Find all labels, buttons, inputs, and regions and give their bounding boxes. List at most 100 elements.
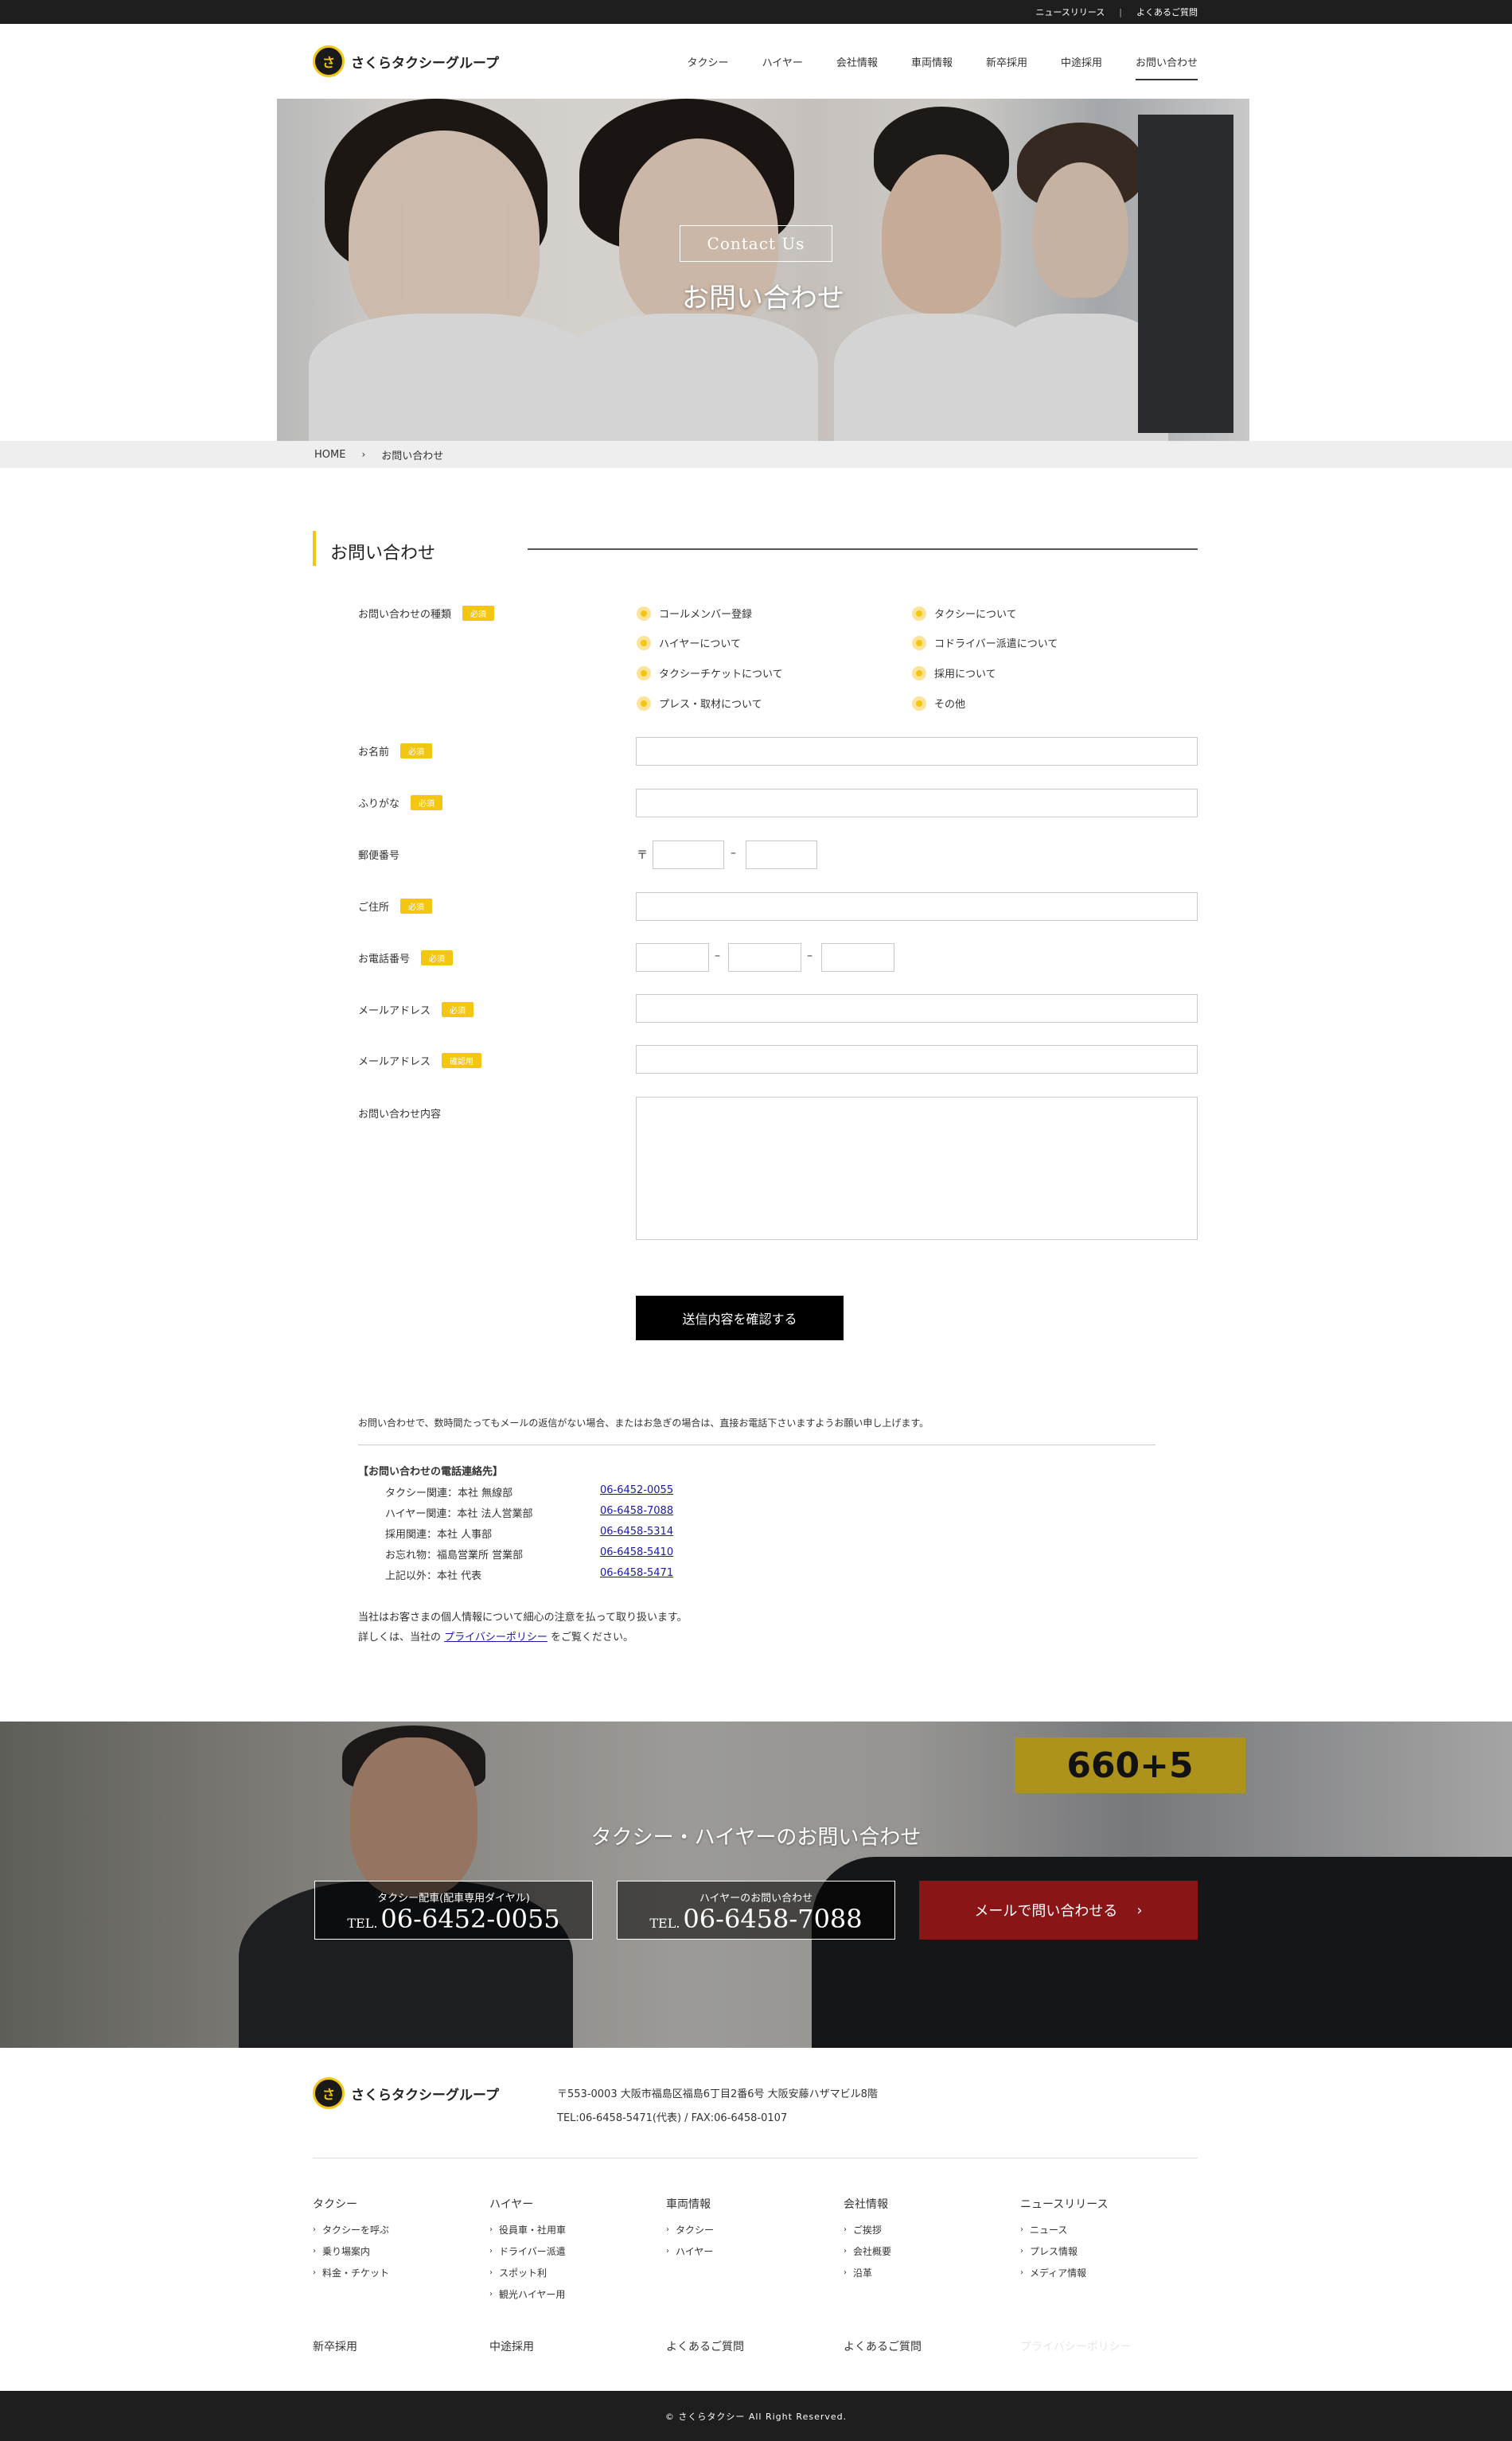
footer-link[interactable]: › ドライバー派遣 — [489, 2244, 566, 2258]
nav-contact[interactable]: お問い合わせ — [1135, 48, 1198, 80]
email-input[interactable] — [636, 994, 1198, 1023]
message-label: お問い合わせ内容 — [358, 1105, 441, 1121]
contact-tel-link[interactable]: 06-6458-5314 — [600, 1526, 673, 1538]
topbar-news-link[interactable]: ニュースリリース — [1035, 6, 1105, 18]
zip-label: 郵便番号 — [358, 847, 399, 862]
contact-tel-link[interactable]: 06-6458-7088 — [600, 1505, 673, 1517]
footer-link[interactable]: › プレス情報 — [1020, 2244, 1109, 2258]
privacy-policy-link[interactable]: プライバシーポリシー — [444, 1632, 548, 1644]
contact-tel-link[interactable]: 06-6458-5471 — [600, 1567, 673, 1579]
nav-taxi[interactable]: タクシー — [688, 48, 729, 76]
mail-contact-button[interactable]: メールで問い合わせる › — [919, 1881, 1198, 1940]
footer-new-grad-link[interactable]: 新卒採用 — [313, 2338, 357, 2354]
phone-input-3[interactable] — [821, 943, 894, 972]
nav-company[interactable]: 会社情報 — [836, 48, 878, 76]
hire-tel-digits: 06-6458-7088 — [683, 1904, 863, 1934]
footer-faq-link[interactable]: よくあるご質問 — [666, 2338, 744, 2354]
logo-mark-icon: さ — [313, 45, 345, 77]
zip-input-2[interactable] — [746, 840, 817, 869]
required-badge: 必須 — [462, 606, 495, 621]
phone-input-1[interactable] — [636, 943, 709, 972]
radio-recruit[interactable]: 採用について — [912, 665, 996, 680]
name-input[interactable] — [636, 737, 1198, 766]
footer-column-vehicles: 車両情報 › タクシー › ハイヤー — [666, 2196, 714, 2266]
site-logo[interactable]: さ さくらタクシーグループ — [313, 45, 499, 77]
footer-link[interactable]: › 役員車・社用車 — [489, 2223, 566, 2236]
contact-dept: タクシー関連：本社 無線部 — [385, 1488, 513, 1499]
radio-call-member[interactable]: コールメンバー登録 — [637, 606, 752, 621]
radio-taxi[interactable]: タクシーについて — [912, 606, 1017, 621]
radio-taxi-ticket[interactable]: タクシーチケットについて — [637, 665, 783, 680]
footer-column-taxi: タクシー › タクシーを呼ぶ › 乗り場案内 › 料金・チケット — [313, 2196, 389, 2287]
kana-input[interactable] — [636, 789, 1198, 817]
kana-label: ふりがな 必須 — [358, 795, 443, 810]
radio-hire[interactable]: ハイヤーについて — [637, 635, 741, 650]
tel-prefix: TEL. — [649, 1916, 680, 1931]
footer-link[interactable]: › 料金・チケット — [313, 2266, 389, 2279]
mail-button-label: メールで問い合わせる — [974, 1903, 1118, 1920]
footer-tel-fax: TEL:06-6458-5471(代表) / FAX:06-6458-0107 — [557, 2112, 788, 2124]
footer-link[interactable]: › タクシー — [666, 2223, 714, 2236]
contact-tel-link[interactable]: 06-6458-5410 — [600, 1546, 673, 1558]
radio-dot-icon — [912, 606, 926, 621]
footer-link[interactable]: › ご挨拶 — [844, 2223, 891, 2236]
radio-label: タクシーチケットについて — [659, 669, 783, 680]
top-bar: ニュースリリース | よくあるご質問 — [0, 0, 1512, 24]
footer-link[interactable]: › メディア情報 — [1020, 2266, 1109, 2279]
footer-mid-career-link[interactable]: 中途採用 — [489, 2338, 534, 2354]
contact-tel-link[interactable]: 06-6452-0055 — [600, 1484, 673, 1496]
kana-label-text: ふりがな — [358, 798, 400, 810]
phone-label-text: お電話番号 — [358, 953, 411, 965]
footer-link[interactable]: › ハイヤー — [666, 2244, 714, 2258]
radio-press[interactable]: プレス・取材について — [637, 696, 762, 711]
footer-link[interactable]: › ニュース — [1020, 2223, 1109, 2236]
required-badge: 必須 — [400, 743, 433, 758]
radio-other[interactable]: その他 — [912, 696, 965, 711]
chevron-right-icon: › — [844, 2268, 847, 2277]
phone-dash: – — [715, 949, 720, 962]
footer-faq-link-2[interactable]: よくあるご質問 — [844, 2338, 922, 2354]
chevron-right-icon: › — [1020, 2268, 1023, 2277]
chevron-right-icon: › — [313, 2247, 316, 2256]
footer-col-title: 会社情報 — [844, 2198, 888, 2211]
taxi-tel-label: タクシー配車(配車専用ダイヤル) — [377, 1893, 530, 1905]
zip-input-1[interactable] — [653, 840, 724, 869]
taxi-tel-box[interactable]: タクシー配車(配車専用ダイヤル) TEL. 06-6452-0055 — [314, 1881, 593, 1940]
chevron-right-icon: › — [489, 2290, 493, 2299]
breadcrumb-home[interactable]: HOME — [314, 449, 345, 461]
copyright: © さくらタクシー All Right Reserved. — [0, 2391, 1512, 2441]
chevron-right-icon: › — [666, 2225, 669, 2234]
hire-tel-number: TEL. 06-6458-7088 — [618, 1904, 894, 1934]
confirm-submit-button[interactable]: 送信内容を確認する — [636, 1296, 844, 1340]
banner-title: タクシー・ハイヤーのお問い合わせ — [590, 1826, 922, 1850]
heading-accent-bar — [313, 531, 316, 566]
tel-prefix: TEL. — [347, 1916, 378, 1931]
zip-mark: 〒 — [637, 849, 648, 862]
nav-mid-career[interactable]: 中途採用 — [1061, 48, 1102, 76]
main-nav: タクシー ハイヤー 会社情報 車両情報 新卒採用 中途採用 お問い合わせ — [688, 24, 1198, 99]
footer-link[interactable]: › 沿革 — [844, 2266, 891, 2279]
zip-dash: – — [731, 847, 736, 860]
footer-logo-text: さくらタクシーグループ — [351, 2087, 499, 2104]
message-textarea[interactable] — [636, 1097, 1198, 1240]
hire-tel-box[interactable]: ハイヤーのお問い合わせ TEL. 06-6458-7088 — [617, 1881, 895, 1940]
address-input[interactable] — [636, 892, 1198, 921]
footer-link[interactable]: › 会社概要 — [844, 2244, 891, 2258]
footer-logo[interactable]: さ さくらタクシーグループ — [313, 2077, 499, 2109]
footer-link[interactable]: › スポット利 — [489, 2266, 566, 2279]
nav-vehicles[interactable]: 車両情報 — [911, 48, 953, 76]
radio-codriver[interactable]: コドライバー派遣について — [912, 635, 1058, 650]
chevron-right-icon: › — [1020, 2225, 1023, 2234]
nav-new-grad[interactable]: 新卒採用 — [986, 48, 1027, 76]
footer-link[interactable]: › 観光ハイヤー用 — [489, 2287, 566, 2301]
address-label: ご住所 必須 — [358, 899, 433, 914]
footer-privacy-link[interactable]: プライバシーポリシー — [1020, 2338, 1132, 2354]
footer-link[interactable]: › 乗り場案内 — [313, 2244, 389, 2258]
email-confirm-label: メールアドレス 確認用 — [358, 1053, 482, 1068]
radio-dot-icon — [912, 696, 926, 711]
footer-link[interactable]: › タクシーを呼ぶ — [313, 2223, 389, 2236]
phone-input-2[interactable] — [728, 943, 801, 972]
nav-hire[interactable]: ハイヤー — [762, 48, 803, 76]
email-confirm-input[interactable] — [636, 1045, 1198, 1074]
topbar-faq-link[interactable]: よくあるご質問 — [1136, 6, 1198, 18]
